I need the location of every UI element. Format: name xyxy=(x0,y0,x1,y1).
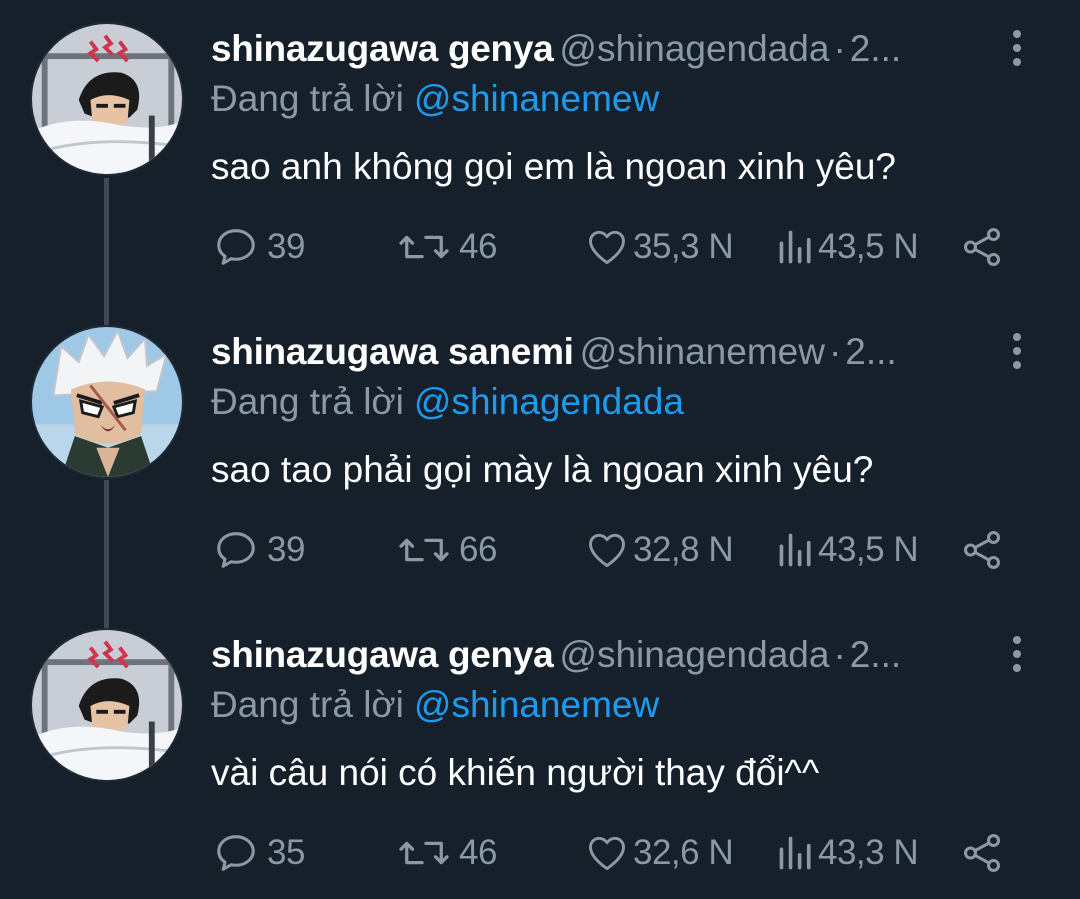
replying-to-label: Đang trả lời xyxy=(211,78,404,119)
reply-button[interactable]: 35 xyxy=(213,830,305,876)
retweet-icon xyxy=(399,538,449,562)
tweet[interactable]: shinazugawa genya @shinagendada · 2... Đang… xyxy=(0,0,1080,303)
reply-count: 35 xyxy=(267,833,305,872)
avatar[interactable] xyxy=(30,628,184,782)
timestamp[interactable]: 2... xyxy=(850,28,901,69)
action-bar: 35 46 32,6 N 43,3 N xyxy=(211,830,1011,876)
like-count: 32,6 N xyxy=(633,833,734,872)
share-icon xyxy=(963,531,1001,569)
views-bar-chart-icon xyxy=(779,230,811,264)
sanemi-avatar-icon xyxy=(32,327,182,477)
share-icon xyxy=(963,228,1001,266)
heart-icon xyxy=(589,836,625,871)
reply-icon xyxy=(217,532,255,568)
tweet-thread: shinazugawa genya @shinagendada · 2... Đang… xyxy=(0,0,1080,899)
reply-icon xyxy=(217,229,255,265)
more-options-icon[interactable] xyxy=(1004,632,1030,676)
heart-icon xyxy=(589,533,625,568)
views-button[interactable]: 43,5 N xyxy=(776,224,919,270)
tweet[interactable]: shinazugawa genya @shinagendada · 2... Đang… xyxy=(0,606,1080,899)
tweet-header: shinazugawa sanemi @shinanemew · 2... xyxy=(211,329,981,375)
reply-mention-link[interactable]: @shinanemew xyxy=(414,684,659,725)
retweet-button[interactable]: 46 xyxy=(397,830,497,876)
user-handle[interactable]: @shinagendada xyxy=(559,28,829,69)
like-button[interactable]: 35,3 N xyxy=(585,224,734,270)
retweet-icon xyxy=(399,841,449,865)
avatar[interactable] xyxy=(30,325,184,479)
retweet-count: 66 xyxy=(459,530,497,569)
replying-to-label: Đang trả lời xyxy=(211,684,404,725)
views-bar-chart-icon xyxy=(779,836,811,870)
display-name[interactable]: shinazugawa genya xyxy=(211,634,554,675)
tweet-header: shinazugawa genya @shinagendada · 2... xyxy=(211,26,981,72)
user-handle[interactable]: @shinagendada xyxy=(559,634,829,675)
reply-count: 39 xyxy=(267,530,305,569)
share-button[interactable] xyxy=(959,527,1005,573)
replying-to-label: Đang trả lời xyxy=(211,381,404,422)
tweet-text: sao anh không gọi em là ngoan xinh yêu? xyxy=(211,146,897,187)
retweet-count: 46 xyxy=(459,833,497,872)
replying-to: Đang trả lời @shinanemew xyxy=(211,682,659,728)
display-name[interactable]: shinazugawa genya xyxy=(211,28,554,69)
like-button[interactable]: 32,8 N xyxy=(585,527,734,573)
replying-to: Đang trả lời @shinanemew xyxy=(211,76,659,122)
replying-to: Đang trả lời @shinagendada xyxy=(211,379,684,425)
retweet-count: 46 xyxy=(459,227,497,266)
action-bar: 39 46 35,3 N 43,5 N xyxy=(211,224,1011,270)
reply-mention-link[interactable]: @shinanemew xyxy=(414,78,659,119)
retweet-button[interactable]: 66 xyxy=(397,527,497,573)
share-icon xyxy=(963,834,1001,872)
views-button[interactable]: 43,5 N xyxy=(776,527,919,573)
genya-avatar-icon xyxy=(32,630,182,780)
reply-count: 39 xyxy=(267,227,305,266)
tweet-header: shinazugawa genya @shinagendada · 2... xyxy=(211,632,981,678)
separator-dot: · xyxy=(833,28,846,69)
retweet-button[interactable]: 46 xyxy=(397,224,497,270)
genya-avatar-icon xyxy=(32,24,182,174)
reply-button[interactable]: 39 xyxy=(213,224,305,270)
views-count: 43,5 N xyxy=(818,530,919,569)
tweet-text: vài câu nói có khiến người thay đổi^^ xyxy=(211,752,820,793)
avatar[interactable] xyxy=(30,22,184,176)
tweet-text: sao tao phải gọi mày là ngoan xinh yêu? xyxy=(211,449,874,490)
display-name[interactable]: shinazugawa sanemi xyxy=(211,331,574,372)
reply-button[interactable]: 39 xyxy=(213,527,305,573)
views-bar-chart-icon xyxy=(779,533,811,567)
more-options-icon[interactable] xyxy=(1004,329,1030,373)
separator-dot: · xyxy=(833,634,846,675)
timestamp[interactable]: 2... xyxy=(850,634,901,675)
reply-mention-link[interactable]: @shinagendada xyxy=(414,381,684,422)
like-button[interactable]: 32,6 N xyxy=(585,830,734,876)
like-count: 32,8 N xyxy=(633,530,734,569)
heart-icon xyxy=(589,230,625,265)
share-button[interactable] xyxy=(959,830,1005,876)
timestamp[interactable]: 2... xyxy=(845,331,896,372)
share-button[interactable] xyxy=(959,224,1005,270)
action-bar: 39 66 32,8 N 43,5 N xyxy=(211,527,1011,573)
views-button[interactable]: 43,3 N xyxy=(776,830,919,876)
reply-icon xyxy=(217,835,255,871)
like-count: 35,3 N xyxy=(633,227,734,266)
separator-dot: · xyxy=(828,331,842,372)
views-count: 43,3 N xyxy=(818,833,919,872)
user-handle[interactable]: @shinanemew xyxy=(580,331,825,372)
retweet-icon xyxy=(399,235,449,259)
more-options-icon[interactable] xyxy=(1004,26,1030,70)
views-count: 43,5 N xyxy=(818,227,919,266)
tweet[interactable]: shinazugawa sanemi @shinanemew · 2... Đang … xyxy=(0,303,1080,606)
